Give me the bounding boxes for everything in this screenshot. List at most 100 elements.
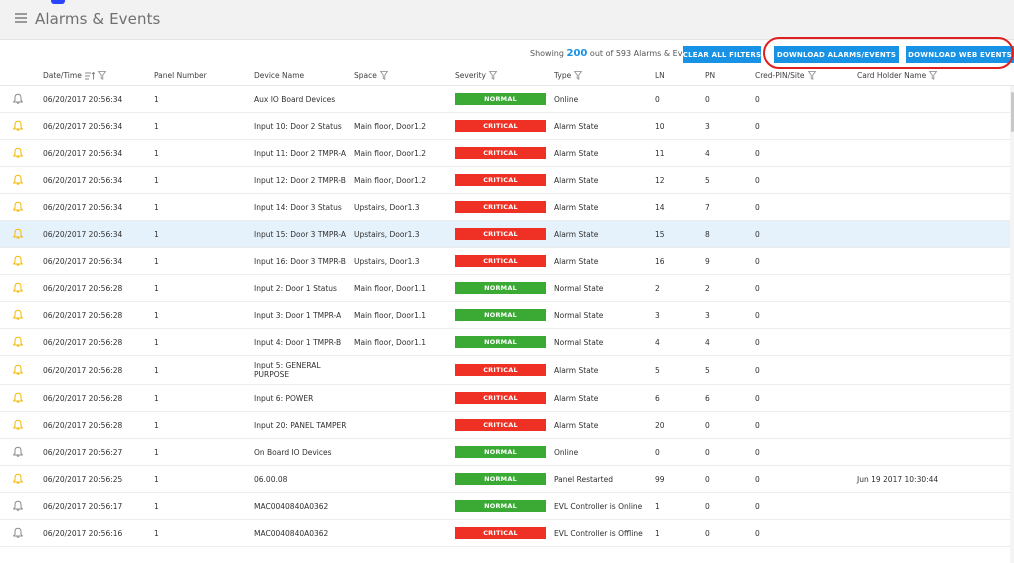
bell-icon[interactable]	[12, 93, 24, 105]
sort-icon[interactable]	[84, 71, 95, 80]
table-row[interactable]: 06/20/2017 20:56:34 1 Input 12: Door 2 TMP…	[0, 167, 1014, 194]
cell-ln: 6	[655, 393, 660, 403]
cell-panel-number: 1	[154, 202, 159, 212]
cell-cred-pin-site: 0	[755, 365, 760, 375]
table-row[interactable]: 06/20/2017 20:56:16 1 MAC0040840A0362 EVL C…	[0, 520, 1014, 547]
cell-type: Alarm State	[554, 365, 599, 375]
clear-all-filters-button[interactable]: CLEAR ALL FILTERS	[683, 46, 761, 63]
table-row[interactable]: 06/20/2017 20:56:28 1 Input 6: POWER Alarm …	[0, 385, 1014, 412]
cell-ln: 11	[655, 148, 665, 158]
cell-cred-pin-site: 0	[755, 420, 760, 430]
bell-icon[interactable]	[12, 419, 24, 431]
cell-space: Upstairs, Door1.3	[354, 256, 420, 266]
table-row[interactable]: 06/20/2017 20:56:28 1 Input 4: Door 1 TMPR…	[0, 329, 1014, 356]
results-summary: Showing 200 out of 593 Alarms & Events	[530, 48, 700, 59]
column-header-cred[interactable]: Cred-PIN/Site	[755, 71, 816, 80]
bell-icon[interactable]	[12, 147, 24, 159]
bell-icon[interactable]	[12, 201, 24, 213]
cell-cred-pin-site: 0	[755, 310, 760, 320]
cell-cred-pin-site: 0	[755, 148, 760, 158]
filter-icon[interactable]	[379, 71, 388, 80]
bell-icon[interactable]	[12, 255, 24, 267]
column-header-type[interactable]: Type	[554, 71, 583, 80]
cell-panel-number: 1	[154, 229, 159, 239]
cell-panel-number: 1	[154, 447, 159, 457]
bell-icon[interactable]	[12, 527, 24, 539]
table-row[interactable]: 06/20/2017 20:56:28 1 Input 5: GENERAL PUR…	[0, 356, 1014, 385]
filter-icon[interactable]	[488, 71, 497, 80]
cell-type: Normal State	[554, 283, 604, 293]
bell-icon[interactable]	[12, 309, 24, 321]
cell-card-holder: Jun 19 2017 10:30:44	[857, 474, 939, 484]
download-web-events-button[interactable]: DOWNLOAD WEB EVENTS	[906, 46, 1014, 63]
table-row[interactable]: 06/20/2017 20:56:17 1 MAC0040840A0362 EVL C…	[0, 493, 1014, 520]
table-row[interactable]: 06/20/2017 20:56:34 1 Aux IO Board Devices…	[0, 86, 1014, 113]
filter-icon[interactable]	[574, 71, 583, 80]
column-header-datetime[interactable]: Date/Time	[43, 71, 106, 80]
cell-panel-number: 1	[154, 121, 159, 131]
cell-type: Alarm State	[554, 393, 599, 403]
cell-device-name: Aux IO Board Devices	[254, 94, 336, 104]
cell-datetime: 06/20/2017 20:56:17	[43, 501, 123, 511]
results-count: 200	[566, 48, 588, 59]
bell-icon[interactable]	[12, 500, 24, 512]
cell-pn: 3	[705, 121, 710, 131]
scrollbar-track[interactable]	[1010, 86, 1014, 563]
table-row[interactable]: 06/20/2017 20:56:27 1 On Board IO Devices O…	[0, 439, 1014, 466]
cell-cred-pin-site: 0	[755, 121, 760, 131]
cell-datetime: 06/20/2017 20:56:28	[43, 393, 123, 403]
cell-cred-pin-site: 0	[755, 447, 760, 457]
download-alarms-events-button[interactable]: DOWNLOAD ALARMS/EVENTS	[774, 46, 899, 63]
bell-icon[interactable]	[12, 446, 24, 458]
cell-ln: 2	[655, 283, 660, 293]
cell-space: Main floor, Door1.2	[354, 148, 427, 158]
cell-type: Normal State	[554, 337, 604, 347]
cell-panel-number: 1	[154, 310, 159, 320]
table-row[interactable]: 06/20/2017 20:56:34 1 Input 16: Door 3 TMP…	[0, 248, 1014, 275]
column-header-panel: Panel Number	[154, 71, 207, 80]
table-row[interactable]: 06/20/2017 20:56:28 1 Input 20: PANEL TAMP…	[0, 412, 1014, 439]
table-row[interactable]: 06/20/2017 20:56:34 1 Input 11: Door 2 TMP…	[0, 140, 1014, 167]
severity-badge: NORMAL	[455, 93, 546, 105]
cell-panel-number: 1	[154, 365, 159, 375]
cell-datetime: 06/20/2017 20:56:28	[43, 420, 123, 430]
bell-icon[interactable]	[12, 364, 24, 376]
column-label: Type	[554, 71, 572, 80]
cell-device-name: On Board IO Devices	[254, 447, 332, 457]
bell-icon[interactable]	[12, 174, 24, 186]
filter-icon[interactable]	[97, 71, 106, 80]
hamburger-menu-icon[interactable]	[15, 13, 27, 24]
severity-badge: CRITICAL	[455, 120, 546, 132]
column-header-card-holder[interactable]: Card Holder Name	[857, 71, 938, 80]
cell-type: Alarm State	[554, 175, 599, 185]
column-label: Space	[354, 71, 377, 80]
cell-cred-pin-site: 0	[755, 501, 760, 511]
cell-panel-number: 1	[154, 501, 159, 511]
table-row[interactable]: 06/20/2017 20:56:28 1 Input 3: Door 1 TMPR…	[0, 302, 1014, 329]
cell-type: Alarm State	[554, 420, 599, 430]
column-header-severity[interactable]: Severity	[455, 71, 497, 80]
cell-datetime: 06/20/2017 20:56:34	[43, 229, 123, 239]
table-row[interactable]: 06/20/2017 20:56:25 1 06.00.08 Panel Restar…	[0, 466, 1014, 493]
table-row[interactable]: 06/20/2017 20:56:34 1 Input 14: Door 3 Sta…	[0, 194, 1014, 221]
cell-panel-number: 1	[154, 337, 159, 347]
bell-icon[interactable]	[12, 282, 24, 294]
bell-icon[interactable]	[12, 228, 24, 240]
cell-panel-number: 1	[154, 420, 159, 430]
bell-icon[interactable]	[12, 392, 24, 404]
cell-pn: 7	[705, 202, 710, 212]
severity-badge: CRITICAL	[455, 255, 546, 267]
bell-icon[interactable]	[12, 473, 24, 485]
table-row[interactable]: 06/20/2017 20:56:34 1 Input 15: Door 3 TMP…	[0, 221, 1014, 248]
cell-device-name: MAC0040840A0362	[254, 528, 329, 538]
table-row[interactable]: 06/20/2017 20:56:34 1 Input 10: Door 2 Sta…	[0, 113, 1014, 140]
bell-icon[interactable]	[12, 120, 24, 132]
cell-cred-pin-site: 0	[755, 175, 760, 185]
cell-cred-pin-site: 0	[755, 337, 760, 347]
cell-panel-number: 1	[154, 175, 159, 185]
bell-icon[interactable]	[12, 336, 24, 348]
column-header-space[interactable]: Space	[354, 71, 388, 80]
table-row[interactable]: 06/20/2017 20:56:28 1 Input 2: Door 1 Stat…	[0, 275, 1014, 302]
filter-icon[interactable]	[807, 71, 816, 80]
filter-icon[interactable]	[929, 71, 938, 80]
